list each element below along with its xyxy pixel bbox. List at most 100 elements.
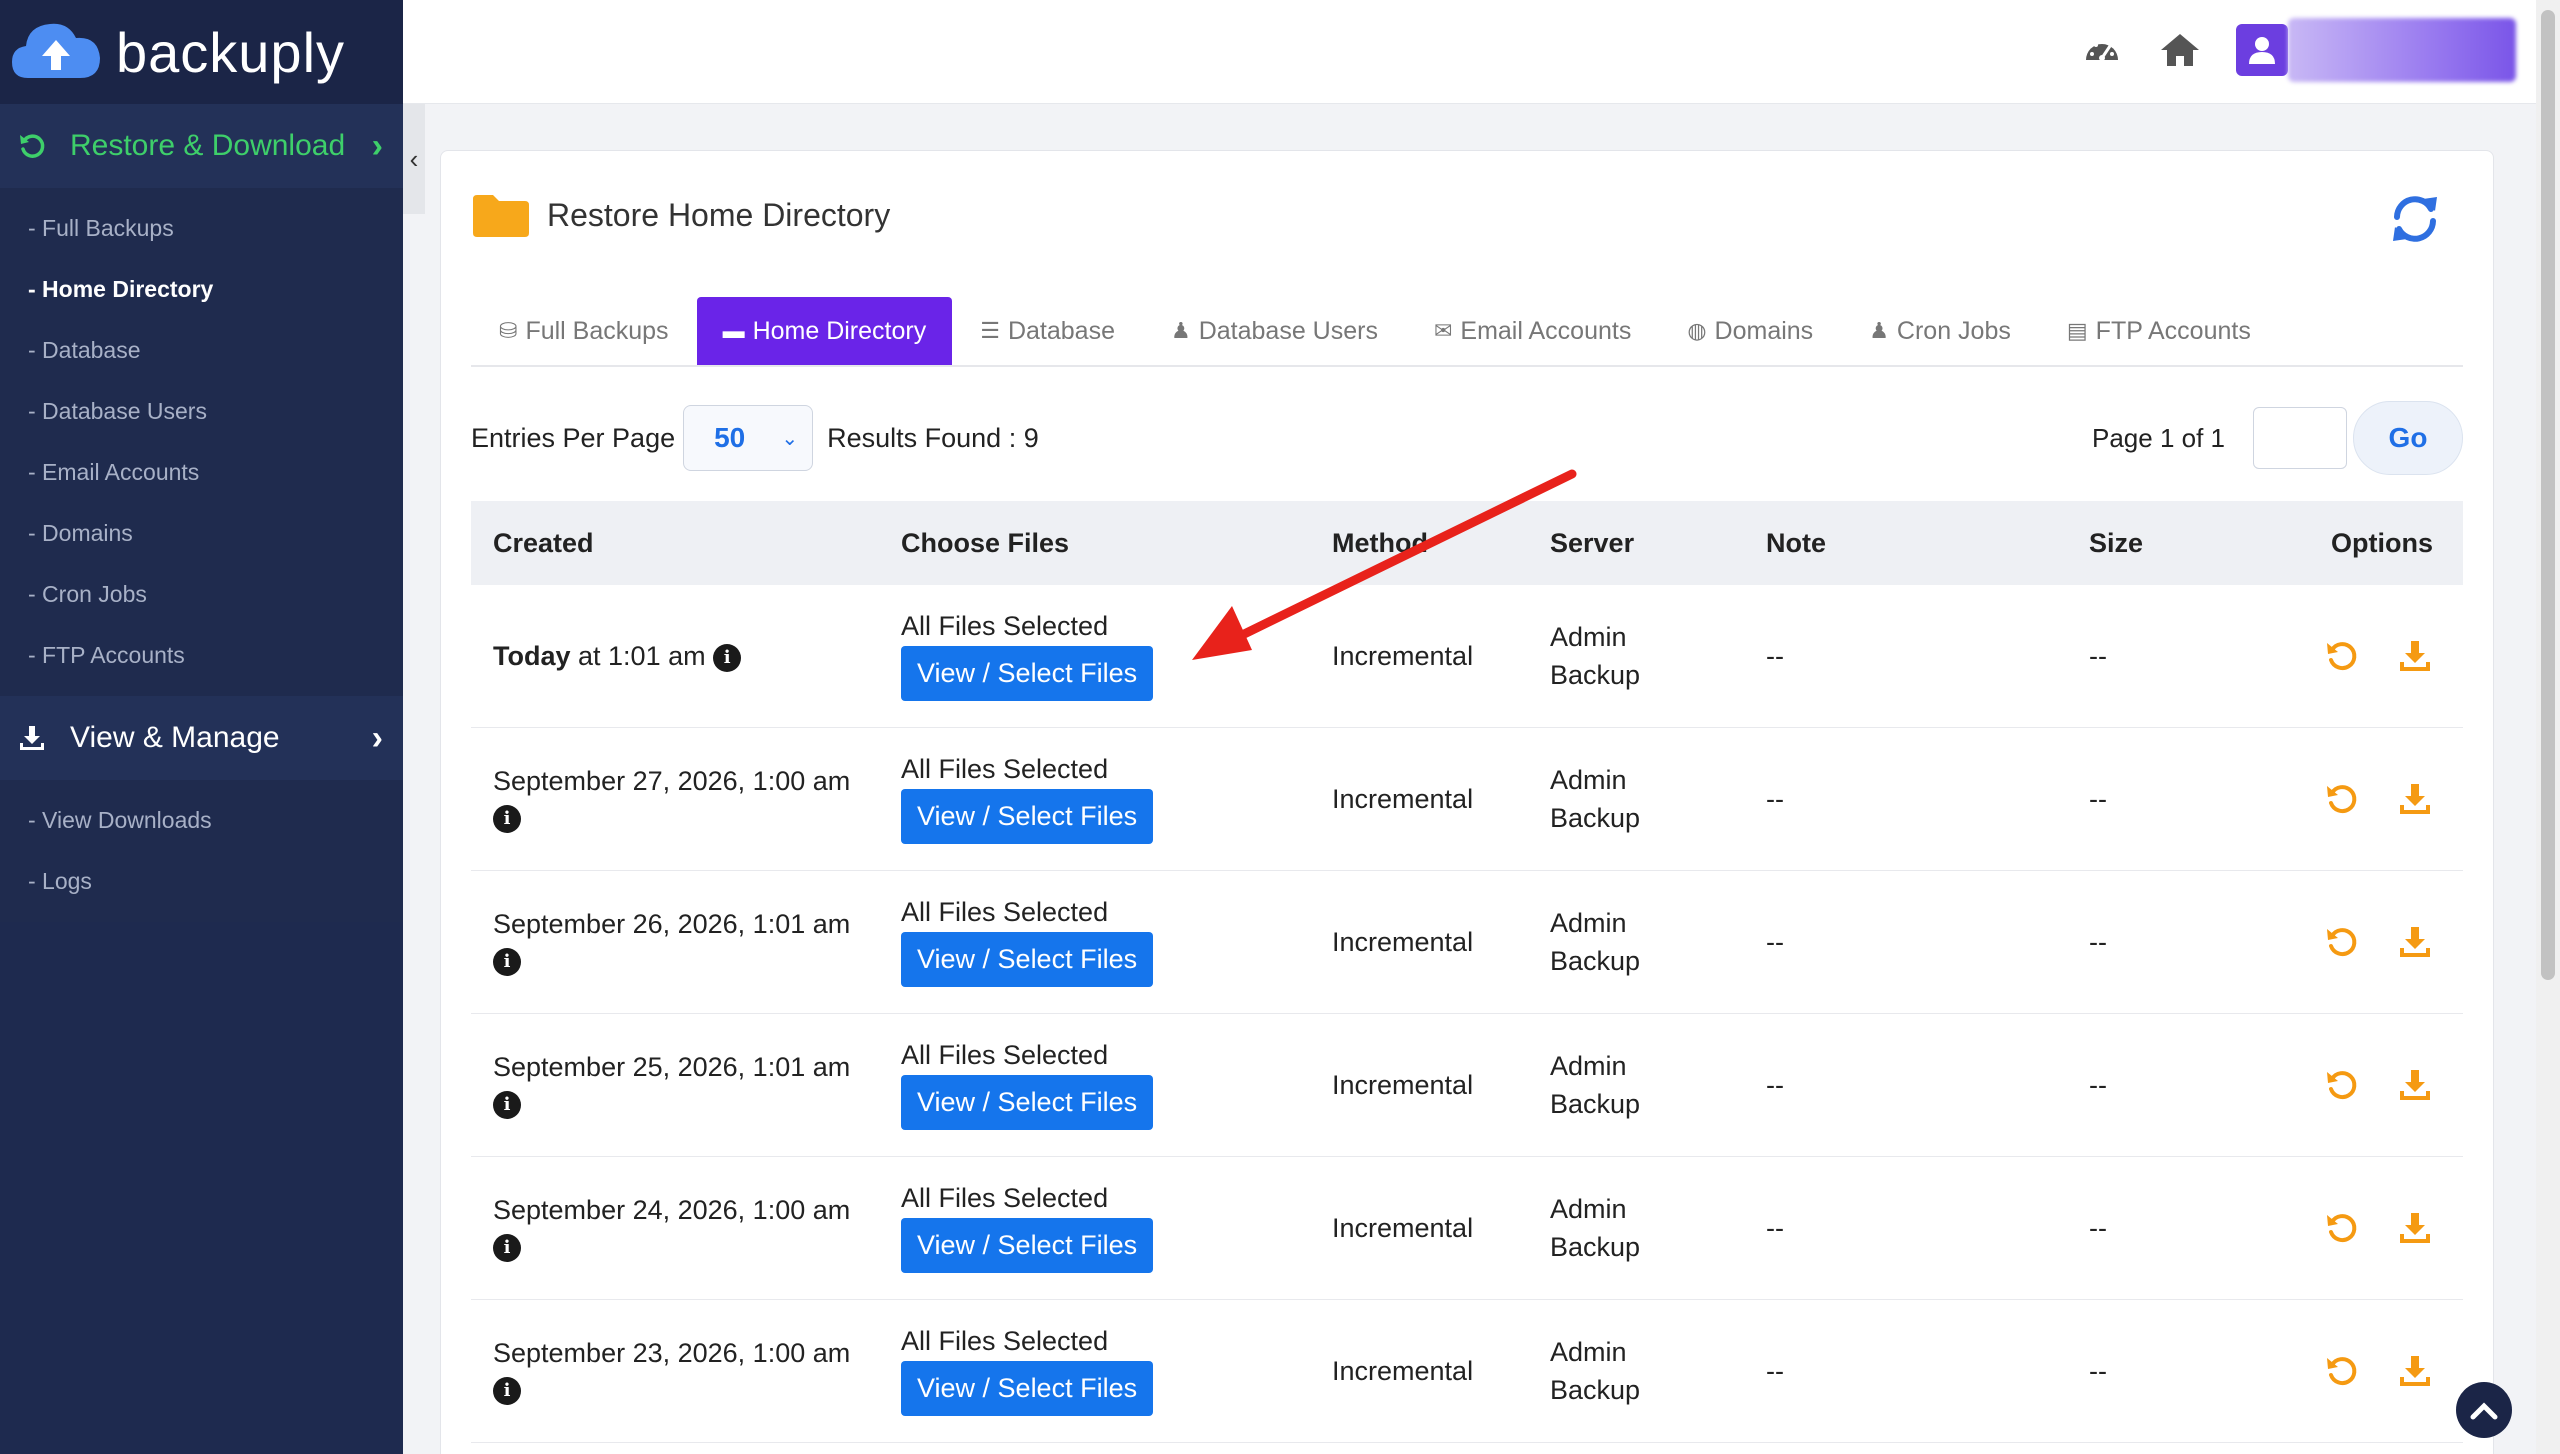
restore-icon[interactable] <box>2323 1210 2359 1246</box>
row-actions <box>2283 781 2433 817</box>
cell-choose-files: All Files Selected View / Select Files <box>901 897 1332 987</box>
cell-note: -- <box>1766 1355 1784 1386</box>
sidebar-item-domains[interactable]: - Domains <box>0 503 403 564</box>
created-date-text: September 27, 2026, 1:00 am <box>493 766 851 796</box>
header-created[interactable]: Created <box>471 528 901 559</box>
scrollbar-thumb[interactable] <box>2541 10 2555 980</box>
restore-icon[interactable] <box>2323 1067 2359 1103</box>
tab-database-users[interactable]: ♟ Database Users <box>1143 297 1406 365</box>
created-date-bold: Today <box>493 641 571 671</box>
sidebar-collapse-toggle[interactable]: ‹ <box>403 104 425 214</box>
server-name: Admin Backup <box>1550 904 1766 980</box>
table-row: Today at 1:01 am i All Files Selected View… <box>471 585 2463 728</box>
sidebar-section-view-manage[interactable]: View & Manage › <box>0 696 403 780</box>
sidebar-item-database[interactable]: - Database <box>0 320 403 381</box>
server-line: Backup <box>1550 1375 1641 1405</box>
sidebar-item-full-backups[interactable]: - Full Backups <box>0 198 403 259</box>
server-name: Admin Backup <box>1550 1333 1766 1409</box>
server-line: Admin <box>1550 908 1627 938</box>
restore-icon[interactable] <box>2323 638 2359 674</box>
download-icon[interactable] <box>2397 638 2433 674</box>
table-row: September 25, 2026, 1:01 am i All Files Se… <box>471 1014 2463 1157</box>
cell-size: -- <box>2089 640 2107 671</box>
info-icon[interactable]: i <box>493 804 521 833</box>
sidebar-item-logs[interactable]: - Logs <box>0 851 403 912</box>
user-menu[interactable] <box>2236 18 2516 82</box>
row-actions <box>2283 924 2433 960</box>
sidebar-item-home-directory[interactable]: - Home Directory <box>0 259 403 320</box>
view-select-files-button[interactable]: View / Select Files <box>901 932 1154 987</box>
sidebar-item-database-users[interactable]: - Database Users <box>0 381 403 442</box>
tab-database[interactable]: ☰ Database <box>952 297 1143 365</box>
created-date-text: September 26, 2026, 1:01 am <box>493 909 851 939</box>
page-scrollbar[interactable] <box>2536 0 2560 1454</box>
server-line: Admin <box>1550 1337 1627 1367</box>
restore-icon[interactable] <box>2323 924 2359 960</box>
info-icon[interactable]: i <box>713 643 742 672</box>
cell-server: Admin Backup <box>1550 1333 1766 1409</box>
created-date-text: September 24, 2026, 1:00 am <box>493 1195 851 1225</box>
home-icon[interactable] <box>2158 28 2202 72</box>
server-name: Admin Backup <box>1550 1190 1766 1266</box>
cell-options <box>2283 1067 2463 1103</box>
sidebar-item-cron-jobs[interactable]: - Cron Jobs <box>0 564 403 625</box>
download-icon[interactable] <box>2397 1210 2433 1246</box>
tab-domains[interactable]: ◍ Domains <box>1659 297 1841 365</box>
view-select-files-button[interactable]: View / Select Files <box>901 1218 1154 1273</box>
view-select-files-button[interactable]: View / Select Files <box>901 1361 1154 1416</box>
info-icon[interactable]: i <box>493 947 521 976</box>
view-select-files-button[interactable]: View / Select Files <box>901 789 1154 844</box>
cell-note: -- <box>1766 926 1784 957</box>
cell-choose-files: All Files Selected View / Select Files <box>901 754 1332 844</box>
database-icon: ☰ <box>980 318 1000 343</box>
info-icon[interactable]: i <box>493 1376 521 1405</box>
server-line: Admin <box>1550 765 1627 795</box>
tab-email-accounts[interactable]: ✉ Email Accounts <box>1406 297 1659 365</box>
files-wrap: All Files Selected View / Select Files <box>901 611 1332 701</box>
info-icon[interactable]: i <box>493 1233 521 1262</box>
sidebar-section-restore-download[interactable]: Restore & Download › <box>0 104 403 188</box>
cell-size: -- <box>2089 1212 2107 1243</box>
sidebar-item-view-downloads[interactable]: - View Downloads <box>0 790 403 851</box>
download-icon[interactable] <box>2397 924 2433 960</box>
cell-method: Incremental <box>1332 1212 1474 1243</box>
files-status: All Files Selected <box>901 897 1109 927</box>
user-clock-icon: ♟ <box>1869 318 1889 343</box>
view-select-files-button[interactable]: View / Select Files <box>901 646 1154 701</box>
cell-server: Admin Backup <box>1550 1190 1766 1266</box>
view-select-files-button[interactable]: View / Select Files <box>901 1075 1154 1130</box>
tab-cron-jobs[interactable]: ♟ Cron Jobs <box>1841 297 2039 365</box>
tab-home-directory[interactable]: ▬ Home Directory <box>696 297 953 365</box>
info-icon[interactable]: i <box>493 1090 521 1119</box>
tab-label: Full Backups <box>525 316 669 345</box>
download-icon[interactable] <box>2397 1067 2433 1103</box>
header-method: Method <box>1332 527 1428 558</box>
scroll-to-top-button[interactable] <box>2456 1382 2512 1438</box>
cell-server: Admin Backup <box>1550 618 1766 694</box>
refresh-icon[interactable] <box>2387 191 2443 247</box>
brand[interactable]: backuply <box>0 0 403 104</box>
download-icon[interactable] <box>2397 781 2433 817</box>
go-button[interactable]: Go <box>2353 401 2463 475</box>
download-icon[interactable] <box>2397 1353 2433 1389</box>
cell-created: September 25, 2026, 1:01 am i <box>471 1049 901 1121</box>
cloud-upload-icon <box>12 23 100 78</box>
page-number-input[interactable] <box>2253 407 2347 469</box>
topbar <box>403 0 2560 104</box>
restore-icon[interactable] <box>2323 781 2359 817</box>
cubes-icon: ⛁ <box>499 318 518 343</box>
cell-note: -- <box>1766 640 1784 671</box>
tab-ftp-accounts[interactable]: ▤ FTP Accounts <box>2039 297 2279 365</box>
header-server: Server <box>1550 527 1635 558</box>
chevron-down-icon: ⌄ <box>781 427 799 450</box>
dashboard-icon[interactable] <box>2080 28 2124 72</box>
cell-choose-files: All Files Selected View / Select Files <box>901 1326 1332 1416</box>
restore-icon[interactable] <box>2323 1353 2359 1389</box>
entries-per-page-select[interactable]: 50 ⌄ <box>683 405 814 471</box>
sidebar-item-ftp-accounts[interactable]: - FTP Accounts <box>0 625 403 686</box>
tab-full-backups[interactable]: ⛁ Full Backups <box>471 297 697 365</box>
server-line: Backup <box>1550 946 1641 976</box>
files-status: All Files Selected <box>901 1040 1109 1070</box>
sidebar-item-email-accounts[interactable]: - Email Accounts <box>0 442 403 503</box>
files-status: All Files Selected <box>901 611 1109 641</box>
